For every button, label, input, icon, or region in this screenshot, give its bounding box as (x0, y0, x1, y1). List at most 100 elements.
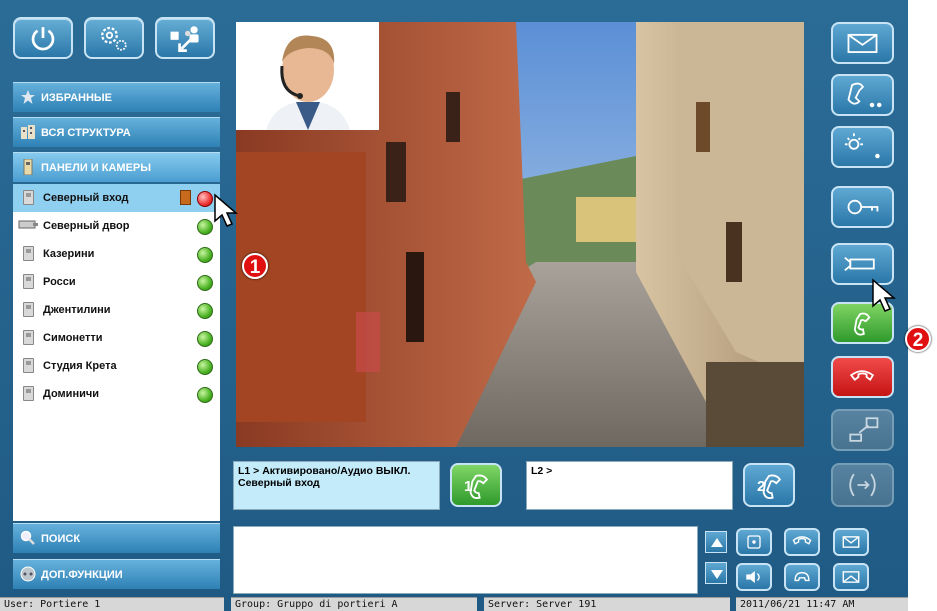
line2-info: L2 > (526, 461, 733, 510)
nav-panels-label: ПАНЕЛИ И КАМЕРЫ (41, 161, 152, 174)
envelope-out-icon (842, 571, 860, 583)
status-led-icon (197, 219, 213, 235)
down-arrow-icon (711, 570, 723, 579)
line2-call-button[interactable]: 2 (743, 463, 795, 507)
light-button[interactable] (831, 126, 894, 168)
up-arrow-icon (711, 538, 723, 547)
nav-panels-cameras[interactable]: ПАНЕЛИ И КАМЕРЫ (13, 152, 220, 182)
device-name: Студия Крета (43, 360, 117, 372)
device-name: Северный двор (43, 220, 130, 232)
hold-button[interactable] (784, 528, 820, 556)
cursor-icon (214, 193, 239, 227)
envelope-icon (847, 33, 878, 53)
star-icon (21, 90, 35, 104)
device-name: Северный вход (43, 192, 129, 204)
nav-favorites[interactable]: ИЗБРАННЫЕ (13, 82, 220, 112)
door-panel-icon (23, 302, 34, 317)
nav-structure[interactable]: ВСЯ СТРУКТУРА (13, 117, 220, 147)
volume-button[interactable] (736, 563, 772, 591)
list-item[interactable]: Северный вход (13, 184, 220, 212)
status-led-icon (197, 247, 213, 263)
cursor-icon (872, 278, 897, 312)
camera-switch-icon (849, 417, 879, 442)
settings-button[interactable] (84, 17, 144, 59)
status-led-icon (197, 359, 213, 375)
door-panel-icon (23, 246, 34, 261)
door-panel-icon (23, 386, 34, 401)
line2-status: L2 > (531, 465, 553, 477)
line1-number: 1 (464, 478, 473, 495)
call-button[interactable] (784, 563, 820, 591)
message-out-button[interactable] (833, 563, 869, 591)
list-item[interactable]: Джентилини (13, 296, 220, 324)
list-item[interactable]: Студия Крета (13, 352, 220, 380)
intercom-console: ИЗБРАННЫЕ ВСЯ СТРУКТУРА ПАНЕЛИ И КАМЕРЫ … (0, 0, 908, 611)
line1-info: L1 > Активировано/Аудио ВЫКЛ. Северный в… (233, 461, 440, 510)
speaker-icon (746, 571, 760, 583)
power-icon (31, 27, 55, 51)
hold-handset-icon (792, 536, 812, 545)
search-icon (20, 530, 35, 545)
callout-1: 1 (242, 253, 268, 279)
status-led-icon (197, 191, 213, 207)
list-item[interactable]: Доминичи (13, 380, 220, 408)
camera-switch-button[interactable] (831, 409, 894, 451)
list-item[interactable]: Северный двор (13, 212, 220, 240)
status-led-icon (197, 303, 213, 319)
device-name: Росси (43, 276, 76, 288)
message-area[interactable] (233, 526, 698, 594)
call-forward-button[interactable] (831, 74, 894, 116)
door-panel-icon (23, 274, 34, 289)
transfer-users-icon (170, 26, 199, 53)
transfer-call-button[interactable] (831, 463, 894, 507)
list-item[interactable]: Росси (13, 268, 220, 296)
door-icon[interactable] (180, 190, 191, 205)
door-panel-icon (23, 159, 33, 175)
line1-device: Северный вход (238, 477, 320, 489)
nav-favorites-label: ИЗБРАННЫЕ (41, 91, 113, 104)
messages-button[interactable] (831, 22, 894, 64)
door-panel-icon (23, 330, 34, 345)
callout-2: 2 (905, 326, 931, 352)
door-open-button[interactable] (831, 186, 894, 228)
list-item[interactable]: Симонетти (13, 324, 220, 352)
nav-search[interactable]: ПОИСК (13, 523, 220, 553)
functions-icon (20, 566, 36, 582)
handset-dots-icon (847, 82, 882, 108)
door-panel-icon (23, 358, 34, 373)
status-user: User: Portiere 1 (0, 597, 224, 611)
power-button[interactable] (13, 17, 73, 59)
keypad-button[interactable] (736, 528, 772, 556)
operator-thumbnail (236, 22, 379, 130)
nav-search-label: ПОИСК (41, 532, 81, 545)
building-icon (21, 125, 35, 139)
key-icon (847, 199, 879, 215)
handset-icon (762, 474, 782, 499)
transfer-users-button[interactable] (155, 17, 215, 59)
scroll-up-button[interactable] (705, 531, 727, 553)
door-panel-icon (23, 190, 34, 205)
nav-extra-functions[interactable]: ДОП.ФУНКЦИИ (13, 559, 220, 589)
message-in-button[interactable] (833, 528, 869, 556)
handset-icon (469, 474, 489, 499)
settings-icon (101, 26, 127, 51)
hangup-button[interactable] (831, 356, 894, 398)
status-led-icon (197, 275, 213, 291)
device-list: Северный вход Северный двор Казерини Рос… (13, 184, 220, 521)
transfer-icon (849, 473, 876, 497)
nav-structure-label: ВСЯ СТРУКТУРА (41, 126, 131, 139)
status-led-icon (197, 387, 213, 403)
keypad-icon (747, 535, 761, 549)
video-feed (236, 22, 804, 447)
device-name: Казерини (43, 248, 95, 260)
status-datetime: 2011/06/21 11:47 AM (736, 597, 908, 611)
device-name: Симонетти (43, 332, 103, 344)
scroll-down-button[interactable] (705, 562, 727, 584)
light-icon (844, 133, 880, 159)
line1-call-button[interactable]: 1 (450, 463, 502, 507)
line1-status: L1 > Активировано/Аудио ВЫКЛ. (238, 465, 411, 477)
device-name: Джентилини (43, 304, 111, 316)
device-name: Доминичи (43, 388, 99, 400)
list-item[interactable]: Казерини (13, 240, 220, 268)
status-server: Server: Server 191 (484, 597, 730, 611)
